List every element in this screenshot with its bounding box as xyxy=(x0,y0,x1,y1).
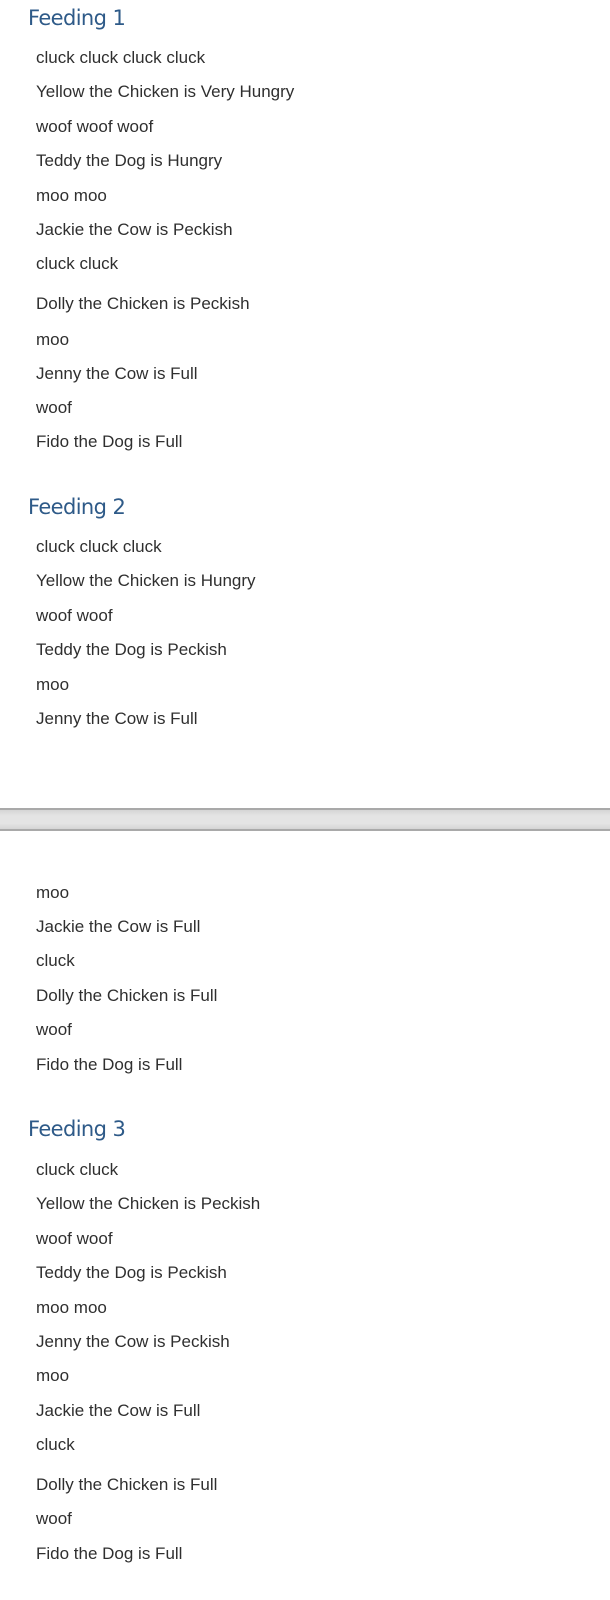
output-line: moo xyxy=(36,1366,70,1385)
output-line: Dolly the Chicken is Peckish xyxy=(36,294,250,313)
section-heading-feeding-3: Feeding 3 xyxy=(28,1117,126,1141)
output-line: cluck cluck cluck xyxy=(36,537,162,556)
output-line: cluck cluck xyxy=(36,1160,119,1179)
output-line: Teddy the Dog is Peckish xyxy=(36,1263,227,1282)
output-line: woof xyxy=(36,1509,72,1528)
output-line: Jackie the Cow is Full xyxy=(36,1401,201,1420)
output-line: woof woof xyxy=(36,1229,113,1248)
output-line: Teddy the Dog is Peckish xyxy=(36,640,227,659)
output-line: Fido the Dog is Full xyxy=(36,432,183,451)
output-line: Fido the Dog is Full xyxy=(36,1544,183,1563)
output-line: moo xyxy=(36,330,70,349)
output-line: Fido the Dog is Full xyxy=(36,1055,183,1074)
page-break xyxy=(0,808,610,831)
output-line: woof woof woof xyxy=(36,117,154,136)
output-line: Teddy the Dog is Hungry xyxy=(36,151,223,170)
output-line: Yellow the Chicken is Very Hungry xyxy=(36,82,295,101)
output-line: moo xyxy=(36,675,70,694)
output-line: woof xyxy=(36,398,72,417)
section-heading-feeding-2: Feeding 2 xyxy=(28,495,126,519)
output-line: Yellow the Chicken is Peckish xyxy=(36,1194,261,1213)
output-line: woof woof xyxy=(36,606,113,625)
output-line: woof xyxy=(36,1020,72,1039)
output-line: cluck xyxy=(36,1435,75,1454)
output-line: Yellow the Chicken is Hungry xyxy=(36,571,256,590)
output-line: cluck cluck cluck cluck xyxy=(36,48,206,67)
output-line: Dolly the Chicken is Full xyxy=(36,986,218,1005)
output-line: moo xyxy=(36,883,70,902)
output-line: moo moo xyxy=(36,186,107,205)
output-line: Dolly the Chicken is Full xyxy=(36,1475,218,1494)
output-line: Jenny the Cow is Full xyxy=(36,709,198,728)
output-line: moo moo xyxy=(36,1298,107,1317)
output-line: Jackie the Cow is Peckish xyxy=(36,220,233,239)
output-line: Jackie the Cow is Full xyxy=(36,917,201,936)
output-line: cluck cluck xyxy=(36,254,119,273)
output-line: Jenny the Cow is Peckish xyxy=(36,1332,230,1351)
output-line: Jenny the Cow is Full xyxy=(36,364,198,383)
output-line: cluck xyxy=(36,951,75,970)
section-heading-feeding-1: Feeding 1 xyxy=(28,6,126,30)
